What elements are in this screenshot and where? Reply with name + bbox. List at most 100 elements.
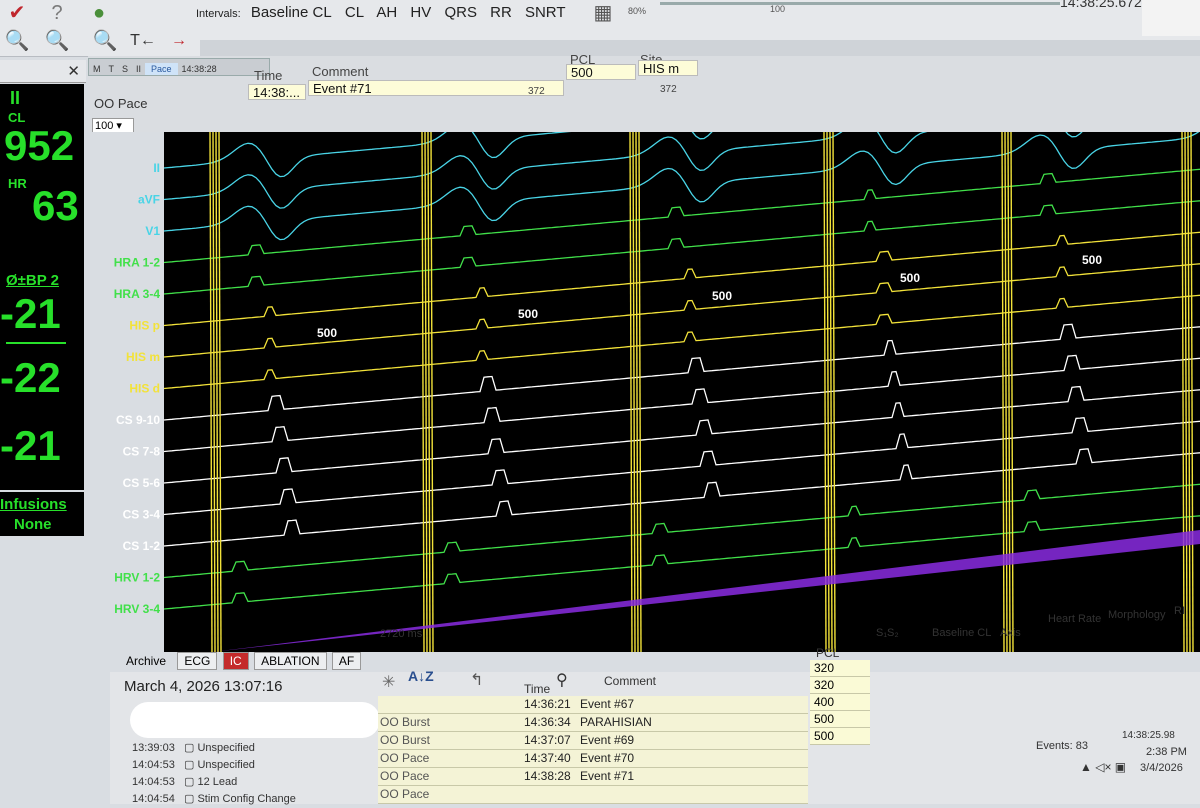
tab-t[interactable]: T bbox=[105, 64, 119, 74]
infusions-value: None bbox=[14, 516, 52, 533]
help-icon[interactable]: ? bbox=[44, 0, 70, 26]
event-row[interactable]: OO Burst 14:36:34 PARAHISIAN bbox=[378, 714, 808, 732]
event-comment: Event #71 bbox=[580, 769, 635, 783]
channel-label: HRV 3-4 bbox=[114, 602, 160, 616]
channel-label: CS 5-6 bbox=[123, 476, 161, 490]
tab-archive[interactable]: Archive bbox=[120, 653, 172, 669]
paint-icon[interactable]: ● bbox=[86, 0, 112, 26]
event-time: 14:37:40 bbox=[524, 751, 571, 765]
metric-ri[interactable]: RI bbox=[1174, 602, 1185, 620]
zoom-percent: 80% bbox=[628, 6, 647, 16]
zoom-s-icon[interactable]: 🔍S bbox=[4, 28, 30, 73]
metric-morphology[interactable]: Morphology bbox=[1108, 606, 1165, 624]
intervals-label: Intervals: bbox=[196, 8, 241, 20]
trace-display[interactable]: II aVF V1 HRA 1-2 HRA 3-4 HIS p HIS m HIS d CS 9… bbox=[92, 132, 1200, 652]
metric-baseline-cl[interactable]: Baseline CL bbox=[932, 624, 991, 642]
undo-icon[interactable]: ↰ bbox=[470, 670, 483, 690]
zoom-t-icon[interactable]: 🔍T bbox=[92, 28, 118, 73]
date-time: March 4, 2026 13:07:16 bbox=[124, 678, 283, 695]
channel-label: HIS p bbox=[129, 319, 160, 333]
channel-label: CS 7-8 bbox=[123, 445, 161, 459]
tab-ablation[interactable]: ABLATION bbox=[254, 652, 327, 670]
channel-label: HRA 1-2 bbox=[114, 256, 161, 270]
event-row[interactable]: OO Pace 14:37:40 Event #70 bbox=[378, 750, 808, 768]
metric-heart-rate[interactable]: Heart Rate bbox=[1048, 610, 1101, 628]
event-type: OO Pace bbox=[380, 751, 430, 765]
interval-snrt[interactable]: SNRT bbox=[525, 4, 566, 21]
checkmark-icon[interactable]: ✔ bbox=[4, 0, 30, 26]
tab-s[interactable]: S bbox=[118, 64, 132, 74]
log-time: 14:04:54 bbox=[132, 793, 175, 805]
event-type: OO Pace bbox=[380, 769, 430, 783]
event-row[interactable]: OO Burst 14:37:07 Event #69 bbox=[378, 732, 808, 750]
tab-pace[interactable]: Pace bbox=[145, 63, 178, 75]
channel-label: HIS m bbox=[126, 350, 160, 364]
marker-right: 372 bbox=[660, 84, 677, 95]
interval-label: 500 bbox=[712, 289, 732, 303]
grid-icon[interactable]: ▦ bbox=[590, 0, 616, 26]
event-row[interactable]: OO Pace bbox=[378, 786, 808, 804]
timeline-slider[interactable] bbox=[660, 2, 1060, 5]
event-time: 14:36:21 bbox=[524, 697, 571, 711]
tab-ii[interactable]: II bbox=[132, 64, 145, 74]
vital-infusions-box: Infusions None bbox=[0, 492, 84, 536]
vital-cl-hr-box: II CL 952 HR 63 bbox=[0, 84, 84, 268]
log-time: 14:04:53 bbox=[132, 776, 175, 788]
sort-az-icon[interactable]: A↓Z bbox=[408, 668, 434, 684]
col-comment: Comment bbox=[312, 64, 369, 79]
log-text: 12 Lead bbox=[197, 776, 238, 788]
interval-cl[interactable]: CL bbox=[345, 4, 364, 21]
tab-af[interactable]: AF bbox=[331, 652, 362, 670]
bottom-tabs: Archive ECG IC ABLATION AF bbox=[120, 652, 363, 670]
tray-icons[interactable]: ▲ ◁× ▣ bbox=[1080, 760, 1126, 774]
ev-col-pcl: PCL bbox=[816, 646, 840, 660]
channel-label: CS 3-4 bbox=[123, 508, 161, 522]
interval-ah[interactable]: AH bbox=[376, 4, 397, 21]
pcl-cell[interactable]: 500 bbox=[566, 64, 636, 80]
comment-cell[interactable]: Event #71 bbox=[308, 80, 564, 96]
pcl-value: 320 bbox=[810, 677, 870, 694]
events-count: Events: 83 bbox=[1036, 740, 1088, 752]
log-text: Stim Config Change bbox=[197, 793, 296, 805]
channel-label: II bbox=[153, 161, 160, 175]
pcl-value: 500 bbox=[810, 711, 870, 728]
bp-label: Ø±BP 2 bbox=[6, 272, 59, 289]
clock-time: 2:38 PM bbox=[1146, 746, 1187, 758]
interval-label: 500 bbox=[518, 307, 538, 321]
bp-divider bbox=[6, 342, 66, 344]
log-row[interactable]: 14:04:53 ▢ 12 Lead bbox=[132, 774, 296, 791]
tab-ic[interactable]: IC bbox=[222, 652, 249, 670]
metric-axis[interactable]: Axis bbox=[1000, 624, 1021, 642]
interval-baseline-cl[interactable]: Baseline CL bbox=[251, 4, 332, 21]
top-time: 14:38:25.672 bbox=[1060, 0, 1142, 10]
event-time: 14:38:28 bbox=[524, 769, 571, 783]
site-cell[interactable]: HIS m bbox=[638, 60, 698, 76]
intervals-bar: Intervals: Baseline CL CL AH HV QRS RR S… bbox=[196, 4, 575, 21]
close-icon[interactable]: ✕ bbox=[67, 62, 80, 80]
zoom-value: 100 bbox=[95, 120, 114, 132]
tab-ecg[interactable]: ECG bbox=[177, 652, 218, 670]
interval-hv[interactable]: HV bbox=[410, 4, 431, 21]
top-right-panel bbox=[1142, 0, 1200, 36]
event-time: 14:36:34 bbox=[524, 715, 571, 729]
interval-rr[interactable]: RR bbox=[490, 4, 512, 21]
filter-icon[interactable]: ✳ bbox=[382, 672, 395, 692]
tab-m[interactable]: M bbox=[89, 64, 105, 74]
log-row[interactable]: 14:04:54 ▢ Stim Config Change bbox=[132, 791, 296, 808]
vital-bp-box: Ø±BP 2 -21 -22 -21 bbox=[0, 268, 84, 490]
event-log: 13:39:03 ▢ Unspecified 14:04:53 ▢ Unspec… bbox=[132, 740, 296, 808]
event-row[interactable]: 14:36:21 Event #67 bbox=[378, 696, 808, 714]
slider-value: 100 bbox=[770, 4, 786, 14]
interval-qrs[interactable]: QRS bbox=[444, 4, 477, 21]
channel-label: HIS d bbox=[129, 382, 160, 396]
log-row[interactable]: 13:39:03 ▢ Unspecified bbox=[132, 740, 296, 757]
event-row[interactable]: OO Pace 14:38:28 Event #71 bbox=[378, 768, 808, 786]
arrow-icon[interactable]: → bbox=[166, 28, 192, 54]
time-cell[interactable]: 14:38:... bbox=[248, 84, 306, 100]
caliper-t-icon[interactable]: T← bbox=[130, 28, 156, 54]
main-toolbar: ✔ ? ● 🔍S 🔍W 🔍T T← → Intervals: Baseline … bbox=[0, 0, 1200, 73]
zoom-w-icon[interactable]: 🔍W bbox=[44, 28, 70, 73]
binoculars-icon[interactable]: ⚲ bbox=[556, 670, 568, 690]
metric-s1s2[interactable]: S₁S₂ bbox=[876, 624, 899, 642]
log-row[interactable]: 14:04:53 ▢ Unspecified bbox=[132, 757, 296, 774]
